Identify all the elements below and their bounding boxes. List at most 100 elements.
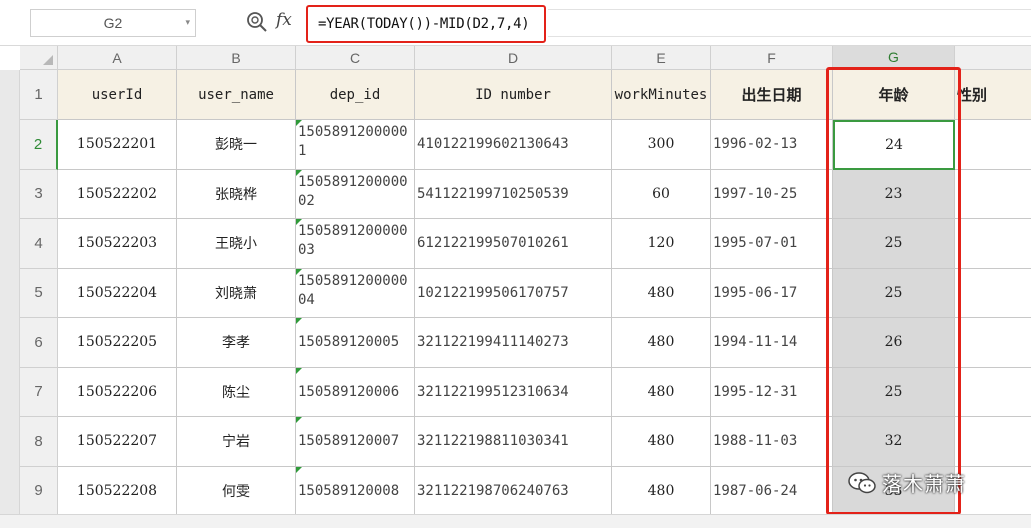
cell-gender[interactable] bbox=[955, 268, 1031, 318]
header-cell-gender[interactable]: 性别 bbox=[955, 70, 1031, 120]
cell-userid[interactable]: 150522203 bbox=[58, 219, 177, 269]
cell-age-value: 25 bbox=[884, 284, 903, 301]
cell-userid[interactable]: 150522201 bbox=[58, 120, 177, 170]
cell-id-number[interactable]: 541122199710250539 bbox=[415, 169, 612, 219]
cell-dep-id[interactable]: 150589120000002 bbox=[296, 169, 415, 219]
row-header-7[interactable]: 7 bbox=[20, 367, 58, 417]
cell-user-name[interactable]: 彭晓一 bbox=[177, 120, 296, 170]
cell-user-name[interactable]: 刘晓萧 bbox=[177, 268, 296, 318]
row-header-4[interactable]: 4 bbox=[20, 219, 58, 269]
cell-gender[interactable] bbox=[955, 417, 1031, 467]
formula-input[interactable]: =YEAR(TODAY())-MID(D2,7,4) bbox=[306, 5, 546, 43]
cell-user-name[interactable]: 陈尘 bbox=[177, 367, 296, 417]
row-header-5[interactable]: 5 bbox=[20, 268, 58, 318]
column-header-b[interactable]: B bbox=[177, 46, 296, 70]
cell-userid[interactable]: 150522207 bbox=[58, 417, 177, 467]
header-cell-work-minutes[interactable]: workMinutes bbox=[612, 70, 711, 120]
cell-gender[interactable] bbox=[955, 466, 1031, 516]
cell-work-minutes[interactable]: 480 bbox=[612, 268, 711, 318]
row-header-2[interactable]: 2 bbox=[20, 120, 58, 170]
cell-work-minutes[interactable]: 120 bbox=[612, 219, 711, 269]
cell-age-value: 23 bbox=[884, 185, 903, 202]
cell-dep-id-value: 150589120000002 bbox=[298, 173, 408, 209]
row-header-1[interactable]: 1 bbox=[20, 70, 58, 120]
cell-dep-id[interactable]: 150589120006 bbox=[296, 367, 415, 417]
cell-gender[interactable] bbox=[955, 367, 1031, 417]
cell-age[interactable]: 23 bbox=[833, 169, 955, 219]
cell-dep-id[interactable]: 150589120000003 bbox=[296, 219, 415, 269]
column-header-e[interactable]: E bbox=[612, 46, 711, 70]
cell-work-minutes[interactable]: 60 bbox=[612, 169, 711, 219]
cell-birth-date[interactable]: 1995-12-31 bbox=[711, 367, 833, 417]
cell-age[interactable]: 32 bbox=[833, 417, 955, 467]
cell-work-minutes[interactable]: 480 bbox=[612, 417, 711, 467]
formula-input-extension[interactable] bbox=[548, 9, 1031, 37]
cell-userid[interactable]: 150522202 bbox=[58, 169, 177, 219]
cell-work-minutes[interactable]: 300 bbox=[612, 120, 711, 170]
cell-user-name[interactable]: 宁岩 bbox=[177, 417, 296, 467]
cell-dep-id[interactable]: 150589120008 bbox=[296, 466, 415, 516]
cell-dep-id[interactable]: 15058912000001 bbox=[296, 120, 415, 170]
cell-user-name[interactable]: 李孝 bbox=[177, 318, 296, 368]
cell-work-minutes-value: 480 bbox=[647, 383, 675, 400]
cell-birth-date[interactable]: 1997-10-25 bbox=[711, 169, 833, 219]
header-cell-user-name[interactable]: user_name bbox=[177, 70, 296, 120]
cell-birth-date[interactable]: 1995-06-17 bbox=[711, 268, 833, 318]
fx-icon[interactable]: fx bbox=[276, 10, 292, 30]
name-box[interactable]: G2 ▾ bbox=[30, 9, 196, 37]
cell-age[interactable]: 25 bbox=[833, 219, 955, 269]
chevron-down-icon[interactable]: ▾ bbox=[185, 17, 190, 28]
cell-userid[interactable]: 150522208 bbox=[58, 466, 177, 516]
cell-birth-date[interactable]: 1996-02-13 bbox=[711, 120, 833, 170]
header-cell-id-number[interactable]: ID number bbox=[415, 70, 612, 120]
cell-gender[interactable] bbox=[955, 169, 1031, 219]
cell-age[interactable]: 24 bbox=[833, 120, 955, 170]
cell-userid[interactable]: 150522204 bbox=[58, 268, 177, 318]
cell-userid[interactable]: 150522206 bbox=[58, 367, 177, 417]
cell-id-number[interactable]: 612122199507010261 bbox=[415, 219, 612, 269]
cell-gender[interactable] bbox=[955, 318, 1031, 368]
cell-age[interactable]: 25 bbox=[833, 268, 955, 318]
cell-dep-id[interactable]: 150589120000004 bbox=[296, 268, 415, 318]
cell-id-number[interactable]: 321122198811030341 bbox=[415, 417, 612, 467]
cell-id-number[interactable]: 321122199512310634 bbox=[415, 367, 612, 417]
header-cell-birth-date[interactable]: 出生日期 bbox=[711, 70, 833, 120]
cell-work-minutes[interactable]: 480 bbox=[612, 466, 711, 516]
column-header-c[interactable]: C bbox=[296, 46, 415, 70]
zoom-icon[interactable] bbox=[246, 11, 268, 33]
cell-dep-id[interactable]: 150589120007 bbox=[296, 417, 415, 467]
cell-dep-id[interactable]: 150589120005 bbox=[296, 318, 415, 368]
column-header-f[interactable]: F bbox=[711, 46, 833, 70]
header-cell-userid[interactable]: userId bbox=[58, 70, 177, 120]
cell-age[interactable]: 25 bbox=[833, 367, 955, 417]
cell-user-name[interactable]: 何雯 bbox=[177, 466, 296, 516]
row-header-6[interactable]: 6 bbox=[20, 318, 58, 368]
row-header-8[interactable]: 8 bbox=[20, 417, 58, 467]
cell-work-minutes[interactable]: 480 bbox=[612, 318, 711, 368]
header-cell-dep-id[interactable]: dep_id bbox=[296, 70, 415, 120]
column-header-a[interactable]: A bbox=[58, 46, 177, 70]
select-all-corner[interactable] bbox=[20, 46, 58, 70]
cell-id-number[interactable]: 410122199602130643 bbox=[415, 120, 612, 170]
cell-age[interactable]: 26 bbox=[833, 318, 955, 368]
cell-work-minutes[interactable]: 480 bbox=[612, 367, 711, 417]
cell-userid[interactable]: 150522205 bbox=[58, 318, 177, 368]
column-header-g[interactable]: G bbox=[833, 46, 955, 70]
cell-birth-date[interactable]: 1994-11-14 bbox=[711, 318, 833, 368]
cell-id-number[interactable]: 321122199411140273 bbox=[415, 318, 612, 368]
row-header-3[interactable]: 3 bbox=[20, 169, 58, 219]
cell-birth-date[interactable]: 1988-11-03 bbox=[711, 417, 833, 467]
column-header-h[interactable] bbox=[955, 46, 1031, 70]
column-header-d[interactable]: D bbox=[415, 46, 612, 70]
cell-user-name[interactable]: 王晓小 bbox=[177, 219, 296, 269]
cell-id-number[interactable]: 321122198706240763 bbox=[415, 466, 612, 516]
cell-birth-date[interactable]: 1987-06-24 bbox=[711, 466, 833, 516]
cell-user-name[interactable]: 张晓桦 bbox=[177, 169, 296, 219]
header-cell-age[interactable]: 年龄 bbox=[833, 70, 955, 120]
cell-id-number[interactable]: 102122199506170757 bbox=[415, 268, 612, 318]
cell-birth-date[interactable]: 1995-07-01 bbox=[711, 219, 833, 269]
row-header-9[interactable]: 9 bbox=[20, 466, 58, 516]
cell-gender[interactable] bbox=[955, 219, 1031, 269]
horizontal-scrollbar[interactable] bbox=[0, 514, 1031, 528]
cell-gender[interactable] bbox=[955, 120, 1031, 170]
